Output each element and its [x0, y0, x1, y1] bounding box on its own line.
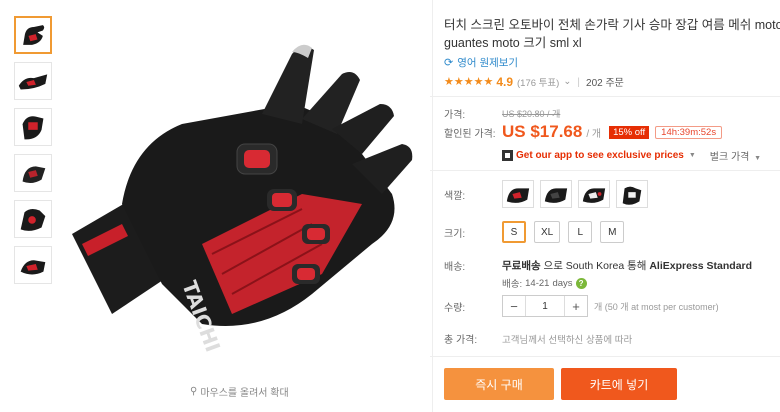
- price-label: 가격:: [444, 110, 466, 121]
- quantity-decrease-button[interactable]: −: [503, 296, 525, 316]
- shipping-label: 배송:: [444, 262, 466, 273]
- price-unit: / 개: [586, 128, 602, 140]
- current-price: US $17.68: [502, 122, 583, 141]
- delivery-label: 배송:: [502, 279, 523, 290]
- total-label: 총 가격:: [444, 335, 478, 346]
- quantity-row: 수량: − 1 + 개 (50 개 at most per customer): [444, 295, 719, 317]
- size-row: 크기: S XL L M: [444, 221, 632, 243]
- zoom-hint: ⚲ 마우스를 올려서 확대: [190, 384, 289, 399]
- translate-link[interactable]: ⟳ 영어 원제보기: [444, 55, 780, 70]
- thumbnail-1[interactable]: [14, 16, 52, 54]
- rating-votes[interactable]: (176 투표): [517, 75, 559, 89]
- shipping-row: 배송: 무료배송 으로 South Korea 통해 AliExpress St…: [444, 258, 752, 290]
- shipping-details: 무료배송 으로 South Korea 통해 AliExpress Standa…: [502, 258, 752, 290]
- size-option-s[interactable]: S: [502, 221, 526, 243]
- product-title-line1: 터치 스크린 오토바이 전체 손가락 기사 승마 장갑 여름 메쉬 moto: [444, 18, 780, 32]
- shipping-carrier: AliExpress Standard: [649, 260, 753, 272]
- discount-badge: 15% off: [609, 125, 650, 139]
- rating-score: 4.9: [496, 74, 513, 89]
- shipping-summary[interactable]: 무료배송 으로 South Korea 통해 AliExpress Standa…: [502, 258, 752, 273]
- help-icon[interactable]: ?: [575, 277, 587, 289]
- color-swatch-4[interactable]: [616, 180, 648, 208]
- star-rating-icon: ★★★★★: [444, 76, 494, 88]
- product-title-line2: guantes moto 크기 sml xl: [444, 36, 582, 50]
- original-price-row: 가격: US $20.80 / 개: [444, 106, 560, 121]
- countdown-timer: 14h:39m:52s: [655, 125, 723, 139]
- total-row: 총 가격: 고객님께서 선택하신 상품에 따라: [444, 331, 633, 347]
- size-option-m[interactable]: M: [600, 221, 625, 243]
- quantity-input[interactable]: 1: [525, 296, 565, 316]
- original-price: US $20.80 / 개: [502, 109, 561, 119]
- size-label: 크기:: [444, 228, 466, 240]
- zoom-hint-text: 마우스를 올려서 확대: [200, 388, 289, 399]
- thumbnail-5[interactable]: [14, 200, 52, 238]
- discount-price-row: 할인된 가격: US $17.68 / 개 15% off 14h:39m:52…: [444, 122, 723, 142]
- caret-down-icon: ▼: [688, 152, 696, 159]
- divider-line: [430, 170, 780, 171]
- size-option-l[interactable]: L: [568, 221, 593, 243]
- qr-code-icon: [502, 150, 513, 161]
- quantity-stepper: − 1 +: [502, 295, 588, 317]
- discount-price-label: 할인된 가격:: [444, 128, 496, 140]
- color-swatch-2[interactable]: [540, 180, 572, 208]
- app-promo-link[interactable]: Get our app to see exclusive prices ▼: [502, 150, 696, 161]
- separator: |: [577, 75, 581, 88]
- quantity-limit-note: 개 (50 개 at most per customer): [594, 301, 719, 312]
- delivery-days: 14-21: [525, 277, 550, 289]
- thumbnail-4[interactable]: [14, 154, 52, 192]
- product-main-image[interactable]: TAICHI: [62, 24, 422, 355]
- divider-line: [430, 356, 780, 357]
- quantity-label: 수량:: [444, 302, 466, 314]
- caret-down-icon: ▼: [754, 155, 762, 162]
- color-swatch-3[interactable]: [578, 180, 610, 208]
- thumbnail-list: [14, 16, 54, 292]
- thumbnail-6[interactable]: [14, 246, 52, 284]
- bulk-price-dropdown[interactable]: 벌크 가격 ▼: [710, 148, 761, 163]
- free-shipping-text: 무료배송: [502, 260, 541, 272]
- color-swatch-1[interactable]: [502, 180, 534, 208]
- total-text: 고객님께서 선택하신 상품에 따라: [502, 334, 633, 346]
- quantity-increase-button[interactable]: +: [565, 296, 587, 316]
- translate-link-label: 영어 원제보기: [457, 57, 519, 69]
- shipping-destination-text: 으로 South Korea 통해: [540, 260, 650, 272]
- add-to-cart-button[interactable]: 카트에 넣기: [561, 368, 677, 400]
- rating-row: ★★★★★ 4.9 (176 투표) ⌄ | 202 주문: [444, 74, 780, 90]
- translate-icon: ⟳: [444, 57, 454, 69]
- magnifier-icon: ⚲: [190, 386, 198, 397]
- delivery-time: 배송: 14-21 days ?: [502, 276, 752, 290]
- pane-divider: [432, 0, 433, 412]
- thumbnail-2[interactable]: [14, 62, 52, 100]
- app-promo-text: Get our app to see exclusive prices: [516, 150, 684, 161]
- color-row: 색깔:: [444, 180, 654, 208]
- orders-count: 202 주문: [586, 78, 624, 89]
- divider-line: [430, 96, 780, 97]
- bulk-price-label: 벌크 가격: [709, 152, 750, 163]
- color-label: 색깔:: [444, 190, 466, 202]
- delivery-unit: days: [552, 277, 573, 289]
- buy-now-button[interactable]: 즉시 구매: [444, 368, 554, 400]
- size-option-xl[interactable]: XL: [534, 221, 561, 243]
- product-info: 터치 스크린 오토바이 전체 손가락 기사 승마 장갑 여름 메쉬 moto g…: [444, 16, 780, 89]
- app-promo-row: Get our app to see exclusive prices ▼ 벌크…: [502, 148, 761, 163]
- chevron-down-icon[interactable]: ⌄: [563, 76, 571, 87]
- thumbnail-3[interactable]: [14, 108, 52, 146]
